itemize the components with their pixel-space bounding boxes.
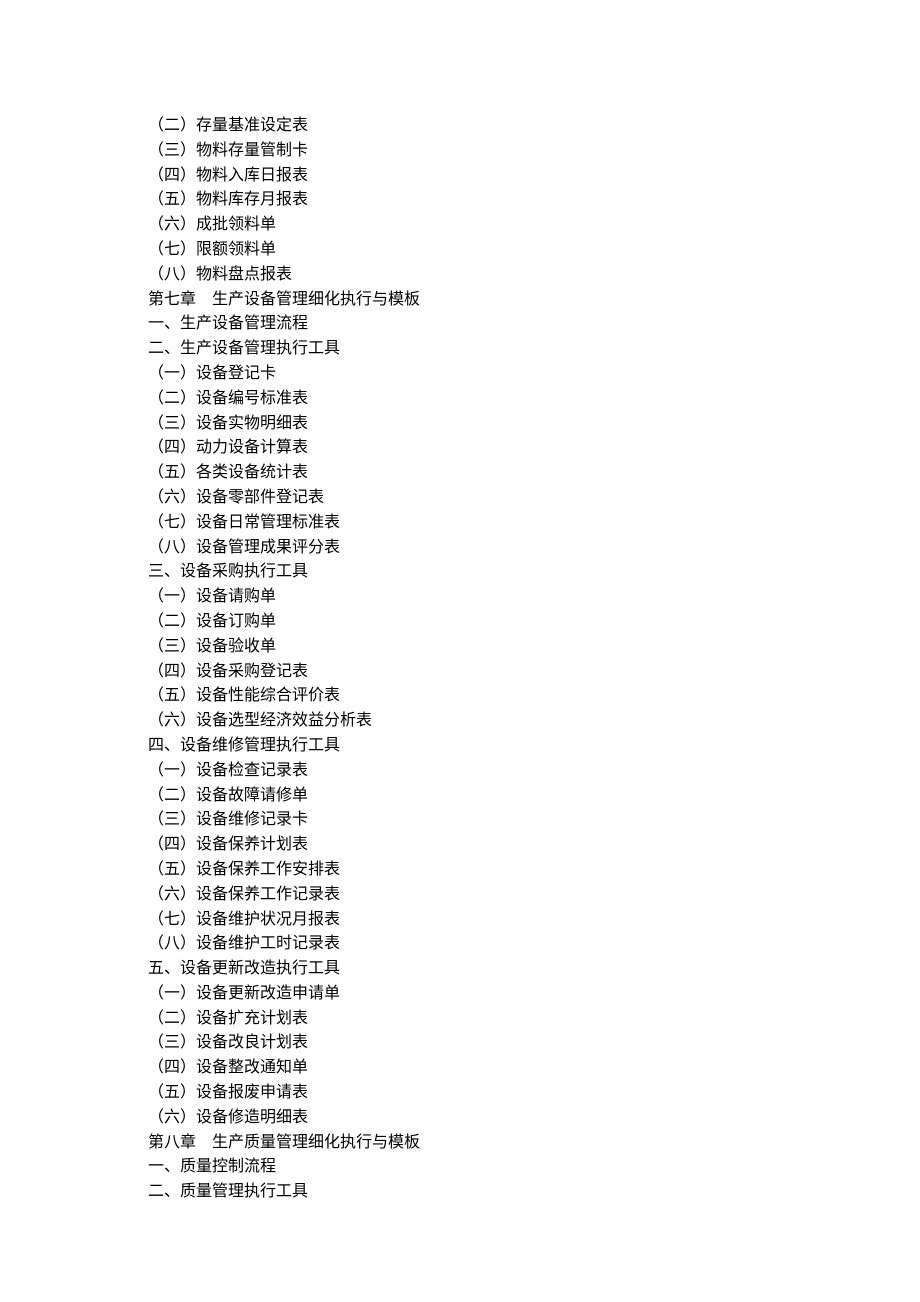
toc-line: （六）设备零部件登记表 xyxy=(148,486,768,511)
toc-line: （六）成批领料单 xyxy=(148,213,768,238)
toc-line: （五）各类设备统计表 xyxy=(148,461,768,486)
toc-line: （一）设备更新改造申请单 xyxy=(148,982,768,1007)
toc-line: （五）设备保养工作安排表 xyxy=(148,858,768,883)
toc-line: （六）设备修造明细表 xyxy=(148,1106,768,1131)
toc-line: （二）设备故障请修单 xyxy=(148,784,768,809)
toc-line: （四）设备整改通知单 xyxy=(148,1056,768,1081)
toc-line: （四）设备采购登记表 xyxy=(148,660,768,685)
toc-line: （五）设备报废申请表 xyxy=(148,1081,768,1106)
toc-line: （四）设备保养计划表 xyxy=(148,833,768,858)
section-heading: 二、生产设备管理执行工具 xyxy=(148,337,768,362)
toc-line: （七）设备维护状况月报表 xyxy=(148,908,768,933)
toc-line: （一）设备登记卡 xyxy=(148,362,768,387)
toc-line: （四）物料入库日报表 xyxy=(148,164,768,189)
toc-line: （八）设备维护工时记录表 xyxy=(148,932,768,957)
section-heading: 三、设备采购执行工具 xyxy=(148,560,768,585)
toc-line: （一）设备检查记录表 xyxy=(148,759,768,784)
toc-line: （六）设备选型经济效益分析表 xyxy=(148,709,768,734)
toc-line: （五）物料库存月报表 xyxy=(148,188,768,213)
toc-line: （八）设备管理成果评分表 xyxy=(148,536,768,561)
toc-line: （二）设备扩充计划表 xyxy=(148,1007,768,1032)
toc-line: （三）设备实物明细表 xyxy=(148,412,768,437)
toc-line: （一）设备请购单 xyxy=(148,585,768,610)
toc-line: （八）物料盘点报表 xyxy=(148,263,768,288)
toc-line: （三）物料存量管制卡 xyxy=(148,139,768,164)
toc-line: （三）设备改良计划表 xyxy=(148,1031,768,1056)
section-heading: 一、生产设备管理流程 xyxy=(148,312,768,337)
toc-line: （七）设备日常管理标准表 xyxy=(148,511,768,536)
toc-line: （七）限额领料单 xyxy=(148,238,768,263)
section-heading: 四、设备维修管理执行工具 xyxy=(148,734,768,759)
chapter-heading: 第七章 生产设备管理细化执行与模板 xyxy=(148,288,768,313)
toc-line: （五）设备性能综合评价表 xyxy=(148,684,768,709)
chapter-heading: 第八章 生产质量管理细化执行与模板 xyxy=(148,1131,768,1156)
toc-line: （三）设备验收单 xyxy=(148,635,768,660)
toc-line: （四）动力设备计算表 xyxy=(148,436,768,461)
toc-line: （二）设备订购单 xyxy=(148,610,768,635)
toc-line: （三）设备维修记录卡 xyxy=(148,808,768,833)
toc-line: （六）设备保养工作记录表 xyxy=(148,883,768,908)
document-page: （二）存量基准设定表 （三）物料存量管制卡 （四）物料入库日报表 （五）物料库存… xyxy=(0,0,768,1205)
toc-line: （二）存量基准设定表 xyxy=(148,114,768,139)
section-heading: 一、质量控制流程 xyxy=(148,1155,768,1180)
toc-line: （二）设备编号标准表 xyxy=(148,387,768,412)
section-heading: 五、设备更新改造执行工具 xyxy=(148,957,768,982)
section-heading: 二、质量管理执行工具 xyxy=(148,1180,768,1205)
